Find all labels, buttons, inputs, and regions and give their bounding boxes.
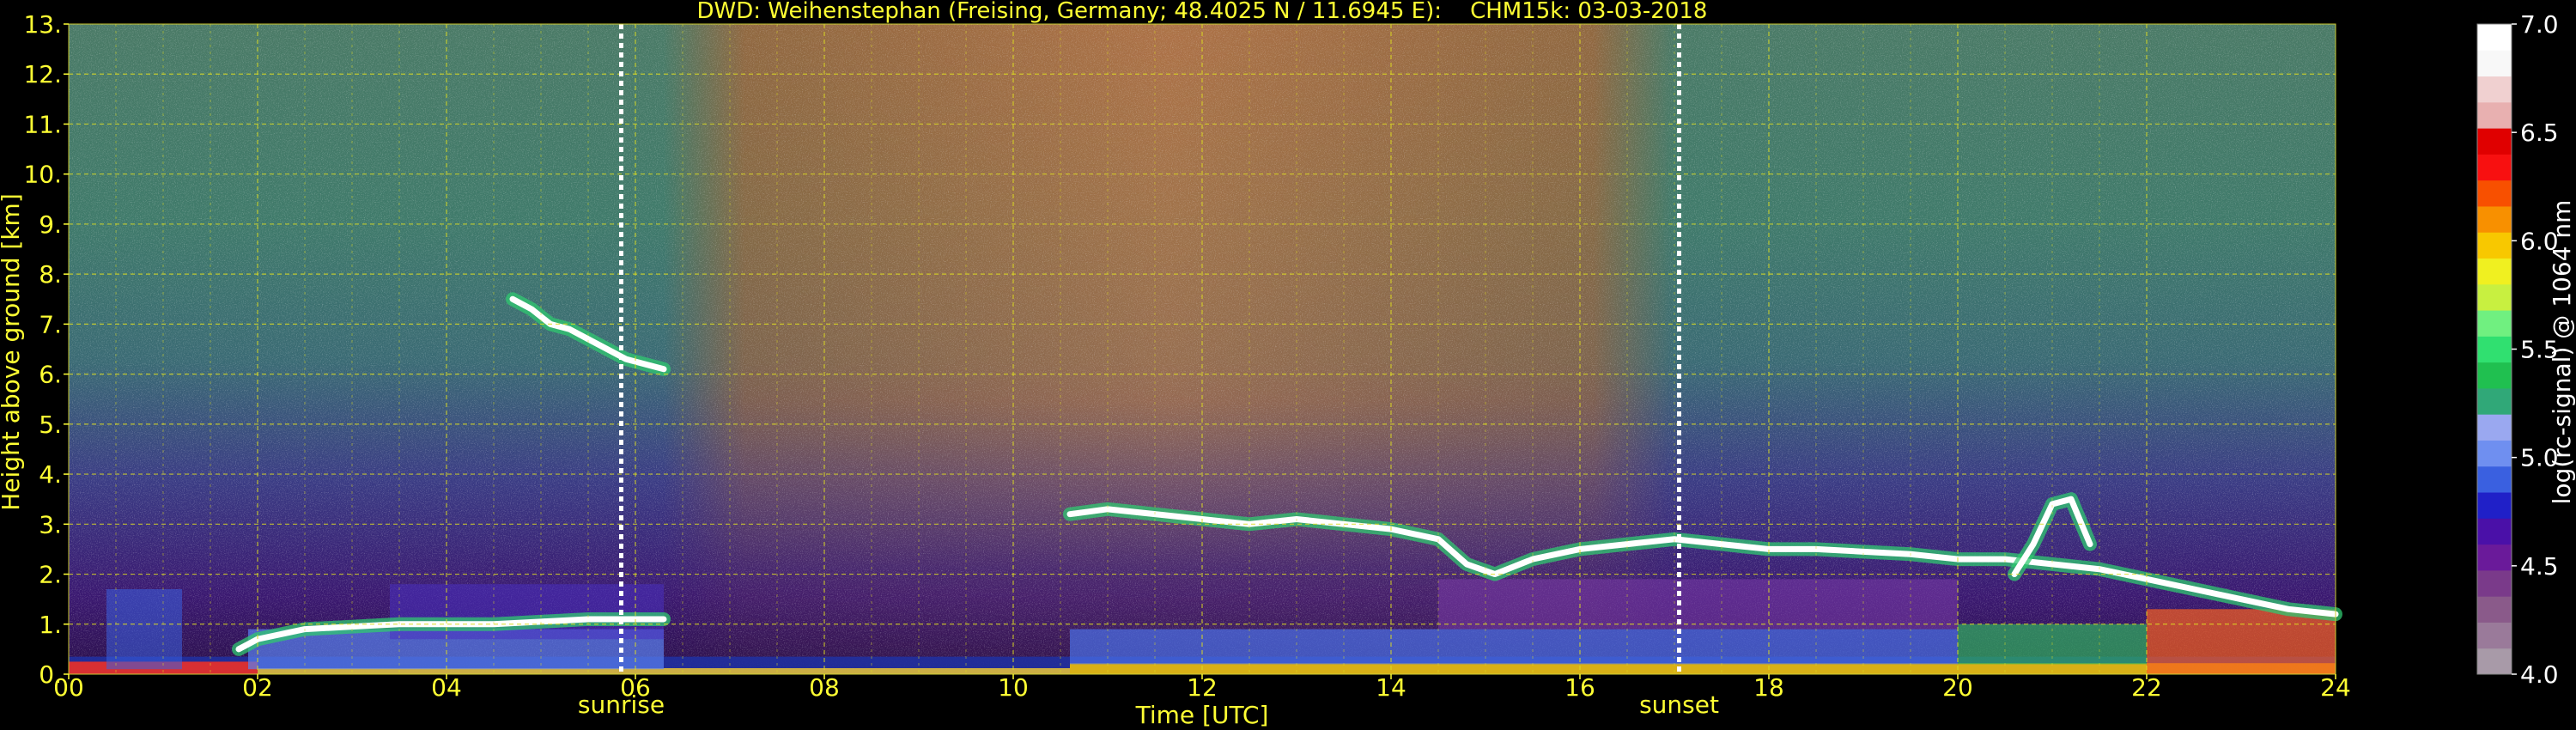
y-tick-label: 5. bbox=[39, 411, 62, 439]
colorbar-swatch bbox=[2477, 465, 2512, 493]
aerosol-layer bbox=[1070, 629, 1958, 665]
y-axis-label: Height above ground [km] bbox=[0, 193, 25, 511]
colorbar-swatch bbox=[2477, 76, 2512, 103]
colorbar-tick-label: 6.5 bbox=[2520, 119, 2559, 147]
colorbar-swatch bbox=[2477, 24, 2512, 51]
colorbar-swatch bbox=[2477, 283, 2512, 311]
colorbar-swatch bbox=[2477, 128, 2512, 155]
ceilometer-chart: 00 02 04 06 08 10 12 14 16 18 20 22 24 0.1.2.3.4.5.6… bbox=[0, 0, 2576, 729]
y-tick-label: 9. bbox=[39, 210, 62, 239]
y-ticks: 0. 1. 2. 3. 4. 5. 6. 7. 8. 9. 10. 11. 12. 13. bbox=[23, 10, 69, 689]
aerosol-layer bbox=[106, 589, 182, 670]
colorbar-swatch bbox=[2477, 518, 2512, 545]
y-tick-label: 2. bbox=[39, 561, 62, 589]
x-tick-label: 22 bbox=[2131, 673, 2162, 702]
y-tick-label: 1. bbox=[39, 611, 62, 639]
colorbar-swatches bbox=[2476, 23, 2512, 675]
colorbar-swatch bbox=[2477, 492, 2512, 519]
colorbar-swatch bbox=[2477, 50, 2512, 77]
y-tick-label: 11. bbox=[23, 110, 62, 138]
x-axis-label: Time [UTC] bbox=[1135, 701, 1269, 729]
y-tick-label: 13. bbox=[23, 10, 62, 39]
colorbar-swatch bbox=[2477, 414, 2512, 441]
x-tick-label: 20 bbox=[1942, 673, 1973, 702]
colorbar-swatch bbox=[2477, 622, 2512, 649]
y-tick-label: 3. bbox=[39, 510, 62, 538]
colorbar-swatch bbox=[2477, 101, 2512, 129]
colorbar-swatch bbox=[2477, 154, 2512, 181]
y-tick-label: 12. bbox=[23, 60, 62, 88]
x-tick-label: 16 bbox=[1564, 673, 1595, 702]
x-tick-label: 02 bbox=[242, 673, 273, 702]
colorbar-swatch bbox=[2477, 179, 2512, 207]
y-tick-label: 6. bbox=[39, 361, 62, 389]
y-tick-label: 7. bbox=[39, 310, 62, 338]
colorbar-swatch bbox=[2477, 648, 2512, 675]
colorbar-swatch bbox=[2477, 205, 2512, 233]
x-tick-label: 24 bbox=[2320, 673, 2351, 702]
colorbar-swatch bbox=[2477, 596, 2512, 623]
colorbar-swatch bbox=[2477, 258, 2512, 285]
x-tick-label: 08 bbox=[809, 673, 840, 702]
y-tick-label: 10. bbox=[23, 161, 62, 189]
colorbar-swatch bbox=[2477, 362, 2512, 389]
aerosol-layer bbox=[2147, 609, 2336, 674]
x-tick-label: 10 bbox=[998, 673, 1029, 702]
y-tick-label: 4. bbox=[39, 460, 62, 489]
x-tick-label: 18 bbox=[1753, 673, 1784, 702]
colorbar: 4.04.55.05.56.06.57.0 log(rc-signal) @ 1… bbox=[2476, 10, 2576, 689]
plot-area bbox=[68, 23, 2342, 675]
chart-title: DWD: Weihenstephan (Freising, Germany; 4… bbox=[697, 0, 1708, 24]
aerosol-layer bbox=[1438, 579, 1958, 630]
colorbar-swatch bbox=[2477, 544, 2512, 571]
y-tick-label: 8. bbox=[39, 260, 62, 289]
x-tick-label: 14 bbox=[1376, 673, 1406, 702]
sun-marker-label: sunset bbox=[1639, 690, 1719, 719]
colorbar-swatch bbox=[2477, 440, 2512, 467]
x-tick-label: 12 bbox=[1187, 673, 1218, 702]
x-tick-label: 04 bbox=[431, 673, 462, 702]
y-tick-label: 0. bbox=[39, 660, 62, 689]
colorbar-tick-label: 4.0 bbox=[2520, 660, 2559, 689]
colorbar-tick-label: 7.0 bbox=[2520, 10, 2559, 39]
sun-marker-label: sunrise bbox=[578, 690, 665, 719]
colorbar-swatch bbox=[2477, 232, 2512, 259]
colorbar-label: log(rc-signal) @ 1064 nm bbox=[2548, 200, 2576, 505]
x-ticks: 00 02 04 06 08 10 12 14 16 18 20 22 24 bbox=[53, 673, 2351, 702]
colorbar-tick-label: 4.5 bbox=[2520, 552, 2559, 581]
colorbar-swatch bbox=[2477, 387, 2512, 415]
colorbar-swatch bbox=[2477, 569, 2512, 597]
colorbar-swatch bbox=[2477, 310, 2512, 337]
colorbar-swatch bbox=[2477, 336, 2512, 363]
